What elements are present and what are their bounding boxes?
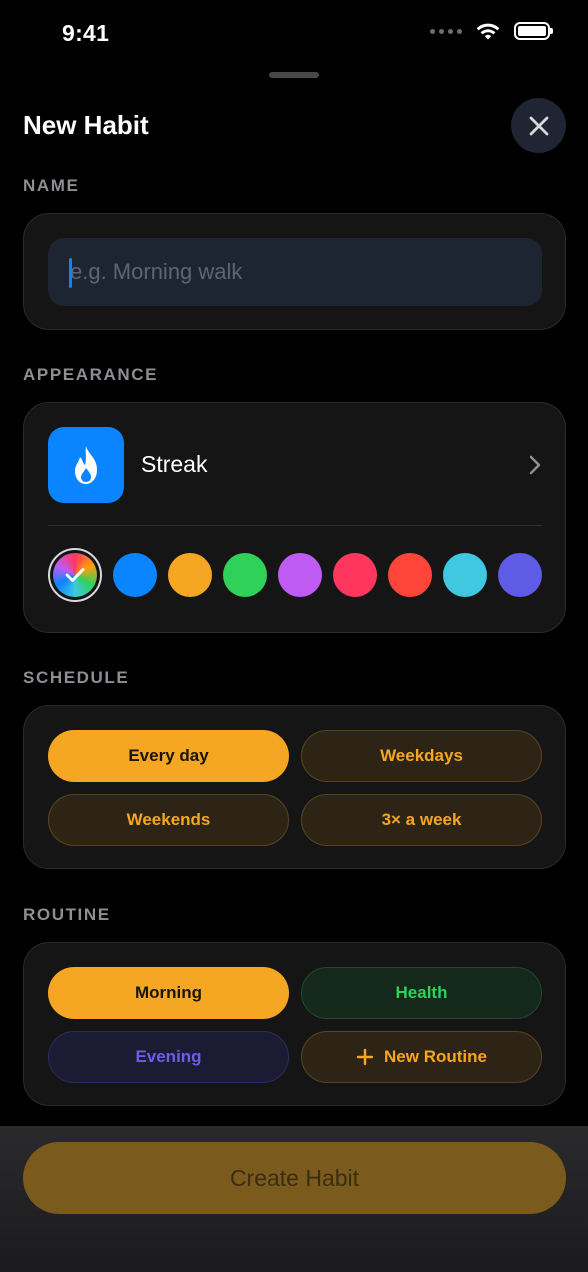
color-swatch-blue[interactable] [113,553,157,597]
routine-card: Morning Health Evening New Routine [23,942,566,1106]
icon-picker-row[interactable]: Streak [24,403,565,525]
battery-icon [514,22,553,40]
color-swatch-indigo[interactable] [498,553,542,597]
color-swatch-teal[interactable] [443,553,487,597]
appearance-section-label: APPEARANCE [23,365,159,384]
flame-icon [75,446,97,484]
habit-name-input[interactable] [48,238,542,306]
name-section-label: NAME [23,176,80,195]
habit-icon-name: Streak [141,451,208,477]
color-swatch-multicolor[interactable] [48,548,102,602]
cellular-signal-icon [430,28,462,34]
schedule-chip-3x-week[interactable]: 3× a week [301,794,542,846]
schedule-card: Every day Weekdays Weekends 3× a week [23,705,566,869]
checkmark-icon [65,568,85,582]
schedule-chip-weekdays[interactable]: Weekdays [301,730,542,782]
sheet-grabber[interactable] [269,72,319,78]
routine-chip-evening[interactable]: Evening [48,1031,289,1083]
create-habit-button[interactable]: Create Habit [23,1142,566,1214]
status-time: 9:41 [62,20,110,46]
status-bar: 9:41 [0,0,588,70]
sheet-title: New Habit [23,110,149,140]
status-icons [430,22,553,40]
schedule-section-label: SCHEDULE [23,668,130,687]
schedule-chip-weekends[interactable]: Weekends [48,794,289,846]
divider [48,525,542,526]
color-swatch-pink[interactable] [333,553,377,597]
schedule-chip-every-day[interactable]: Every day [48,730,289,782]
plus-icon [356,1048,374,1066]
new-routine-label: New Routine [384,1047,487,1066]
text-caret [69,258,72,288]
new-routine-button[interactable]: New Routine [301,1031,542,1083]
color-swatch-red[interactable] [388,553,432,597]
routine-section-label: ROUTINE [23,905,111,924]
wifi-icon [476,22,500,40]
close-button[interactable] [511,98,566,153]
bottom-action-bar: Create Habit [0,1126,588,1272]
color-swatch-green[interactable] [223,553,267,597]
routine-options: Morning Health Evening New Routine [48,967,542,1083]
appearance-card: Streak [23,402,566,633]
color-swatches [48,548,542,602]
name-card [23,213,566,330]
schedule-options: Every day Weekdays Weekends 3× a week [48,730,542,846]
routine-chip-morning[interactable]: Morning [48,967,289,1019]
chevron-right-icon [529,455,541,475]
color-swatch-purple[interactable] [278,553,322,597]
habit-icon-preview [48,427,124,503]
routine-chip-health[interactable]: Health [301,967,542,1019]
color-swatch-orange[interactable] [168,553,212,597]
close-icon [529,116,548,135]
